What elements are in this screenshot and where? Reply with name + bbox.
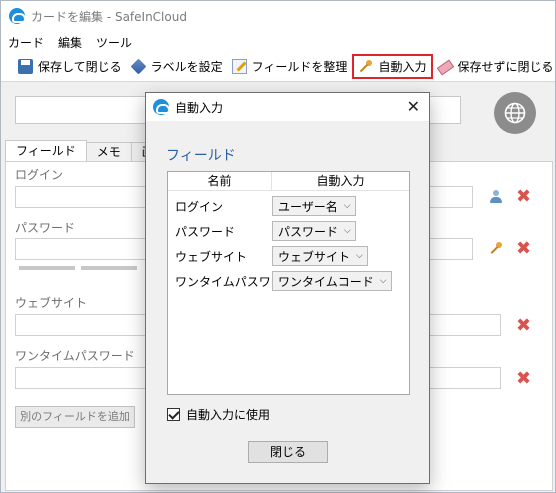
delete-otp-icon[interactable]: ✖: [516, 370, 531, 388]
safeincloud-logo-icon: [153, 99, 170, 115]
password-field-label: パスワード: [15, 221, 76, 235]
chevron-down-icon: ⌵: [344, 226, 351, 236]
autofill-type-select[interactable]: ウェブサイト ⌵: [272, 246, 368, 266]
otp-field-label: ワンタイムパスワード: [15, 349, 135, 363]
autofill-type-select[interactable]: パスワード ⌵: [272, 221, 356, 241]
fields-heading: フィールド: [166, 148, 236, 164]
select-value: パスワード: [278, 224, 339, 239]
set-label-label: ラベルを設定: [150, 59, 223, 74]
close-without-save-label: 保存せずに閉じる: [457, 59, 554, 74]
menu-edit[interactable]: 編集: [51, 34, 89, 51]
toolbar-overflow-icon[interactable]: ▾: [543, 62, 551, 72]
delete-login-icon[interactable]: ✖: [516, 188, 531, 206]
add-field-button[interactable]: 別のフィールドを追加: [15, 406, 135, 428]
generate-password-key-icon[interactable]: [489, 242, 503, 256]
field-name: パスワード: [175, 224, 236, 239]
name-column-header: 名前: [168, 172, 272, 190]
save-close-button[interactable]: 保存して閉じる: [14, 54, 127, 78]
menu-bar: カード 編集 ツール: [1, 32, 139, 52]
table-row: ウェブサイト ウェブサイト ⌵: [168, 244, 368, 268]
autofill-type-select[interactable]: ユーザー名 ⌵: [272, 196, 356, 216]
close-icon[interactable]: ✕: [407, 97, 420, 116]
menu-card[interactable]: カード: [1, 34, 51, 51]
set-label-button[interactable]: ラベルを設定: [127, 54, 228, 78]
globe-icon: [504, 102, 526, 124]
delete-password-icon[interactable]: ✖: [516, 240, 531, 258]
strength-bar-segment: [19, 266, 75, 270]
select-value: ユーザー名: [278, 199, 338, 214]
tab-fields[interactable]: フィールド: [5, 140, 87, 162]
autofill-mapping-table: 名前 自動入力 ログイン ユーザー名 ⌵ パスワード パスワード ⌵ ウェブサイ…: [167, 171, 410, 395]
label-icon: [130, 58, 147, 74]
table-header: 名前 自動入力: [168, 172, 409, 191]
organize-fields-button[interactable]: フィールドを整理: [228, 54, 353, 78]
table-row: ワンタイムパスワー ワンタイムコード ⌵: [168, 269, 392, 293]
edit-fields-icon: [231, 58, 247, 74]
chevron-down-icon: ⌵: [356, 251, 363, 261]
eraser-icon: [437, 59, 452, 74]
autofill-column-header: 自動入力: [316, 174, 365, 188]
field-name: ワンタイムパスワー: [175, 274, 283, 289]
key-icon: [358, 59, 373, 74]
autofill-button[interactable]: 自動入力: [352, 53, 434, 79]
website-field-label: ウェブサイト: [15, 296, 88, 310]
field-name: ウェブサイト: [175, 249, 248, 264]
window-title: カードを編集 - SafeInCloud: [31, 9, 187, 24]
safeincloud-logo-icon: [9, 8, 26, 24]
save-icon: [18, 58, 33, 74]
field-name: ログイン: [175, 199, 224, 214]
delete-website-icon[interactable]: ✖: [516, 317, 531, 335]
person-icon[interactable]: [490, 190, 502, 204]
dialog-title: 自動入力: [175, 100, 224, 115]
use-autofill-checkbox[interactable]: [167, 408, 180, 421]
autofill-dialog: 自動入力 ✕ フィールド 名前 自動入力 ログイン ユーザー名 ⌵ パスワード …: [145, 92, 430, 484]
website-icon-button[interactable]: [494, 92, 536, 134]
autofill-type-select[interactable]: ワンタイムコード ⌵: [272, 271, 392, 291]
select-value: ウェブサイト: [278, 249, 351, 264]
close-without-save-button[interactable]: 保存せずに閉じる: [433, 54, 556, 78]
autofill-label: 自動入力: [378, 59, 427, 74]
chevron-down-icon: ⌵: [379, 276, 387, 286]
strength-bar-segment: [81, 266, 137, 270]
table-row: ログイン ユーザー名 ⌵: [168, 194, 356, 218]
menu-tools[interactable]: ツール: [89, 34, 139, 51]
select-value: ワンタイムコード: [278, 274, 374, 289]
login-field-label: ログイン: [15, 168, 64, 182]
tab-notes[interactable]: メモ: [85, 142, 132, 162]
use-autofill-label: 自動入力に使用: [186, 408, 271, 422]
toolbar: 保存して閉じる ラベルを設定 フィールドを整理 自動入力 保存せずに閉じる ▾: [1, 52, 555, 80]
table-row: パスワード パスワード ⌵: [168, 219, 356, 243]
title-bar: カードを編集 - SafeInCloud: [1, 1, 555, 31]
save-close-label: 保存して閉じる: [38, 59, 122, 74]
close-button[interactable]: 閉じる: [248, 441, 328, 463]
chevron-down-icon: ⌵: [343, 201, 351, 211]
use-autofill-option[interactable]: 自動入力に使用: [167, 406, 270, 423]
organize-fields-label: フィールドを整理: [251, 59, 348, 74]
dialog-title-bar: 自動入力 ✕: [146, 93, 429, 121]
dialog-body: フィールド 名前 自動入力 ログイン ユーザー名 ⌵ パスワード パスワード ⌵: [146, 121, 429, 483]
